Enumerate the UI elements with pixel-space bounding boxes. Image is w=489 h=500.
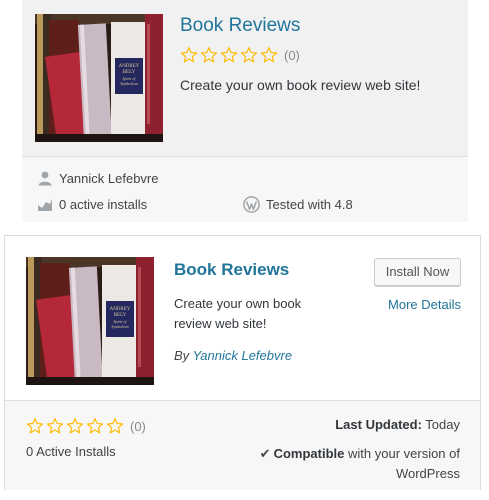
tested-row: Tested with 4.8 bbox=[243, 196, 353, 213]
plugin-card: Book Reviews Create your own book review… bbox=[4, 235, 481, 490]
plugin-card-footer: (0) 0 Active Installs Last Updated: Toda… bbox=[5, 400, 480, 490]
compatibility: ✔ Compatible with your version of WordPre… bbox=[245, 444, 460, 484]
star-empty-icon bbox=[180, 46, 198, 64]
installs-chart-icon bbox=[38, 199, 52, 211]
tested-with: Tested with 4.8 bbox=[266, 197, 353, 212]
checkmark-icon: ✔ bbox=[259, 446, 271, 461]
plugin-thumbnail[interactable] bbox=[35, 14, 163, 142]
star-rating: (0) bbox=[26, 417, 146, 435]
author-prefix: By bbox=[174, 348, 190, 363]
more-details-link[interactable]: More Details bbox=[387, 297, 461, 313]
wordpress-logo-icon bbox=[243, 196, 260, 213]
author-name: Yannick Lefebvre bbox=[59, 170, 159, 186]
star-empty-icon bbox=[26, 417, 44, 435]
rating-count: (0) bbox=[284, 47, 300, 63]
rating-count: (0) bbox=[130, 418, 146, 434]
star-empty-icon bbox=[200, 46, 218, 64]
last-updated-value: Today bbox=[425, 417, 460, 432]
star-empty-icon bbox=[240, 46, 258, 64]
star-empty-icon bbox=[66, 417, 84, 435]
plugin-description: Create your own book review web site! bbox=[180, 77, 421, 93]
author-row: Yannick Lefebvre bbox=[37, 170, 159, 186]
plugin-thumbnail[interactable] bbox=[26, 257, 154, 385]
plugin-card-top: Book Reviews (0) Create your own book re… bbox=[22, 0, 468, 156]
star-empty-icon bbox=[220, 46, 238, 64]
compatible-text: with your version of WordPress bbox=[348, 446, 460, 481]
star-empty-icon bbox=[46, 417, 64, 435]
plugin-card-compact: Book Reviews (0) Create your own book re… bbox=[22, 0, 468, 222]
install-now-button[interactable]: Install Now bbox=[374, 258, 461, 286]
plugin-title-link[interactable]: Book Reviews bbox=[180, 14, 300, 38]
user-icon bbox=[38, 171, 52, 186]
active-installs: 0 Active Installs bbox=[26, 444, 116, 459]
star-rating: (0) bbox=[180, 46, 300, 64]
last-updated: Last Updated: Today bbox=[335, 417, 460, 432]
plugin-card-footer: Yannick Lefebvre 0 active installs Teste… bbox=[22, 156, 468, 222]
star-empty-icon bbox=[260, 46, 278, 64]
last-updated-label: Last Updated: bbox=[335, 417, 422, 432]
star-empty-icon bbox=[106, 417, 124, 435]
compatible-label: Compatible bbox=[273, 446, 345, 461]
author-link[interactable]: Yannick Lefebvre bbox=[193, 348, 293, 363]
plugin-title-link[interactable]: Book Reviews bbox=[174, 259, 289, 281]
plugin-author: By Yannick Lefebvre bbox=[174, 347, 292, 365]
star-empty-icon bbox=[86, 417, 104, 435]
plugin-description: Create your own book review web site! bbox=[174, 296, 302, 331]
installs-row: 0 active installs bbox=[37, 196, 147, 212]
active-installs: 0 active installs bbox=[59, 196, 148, 212]
